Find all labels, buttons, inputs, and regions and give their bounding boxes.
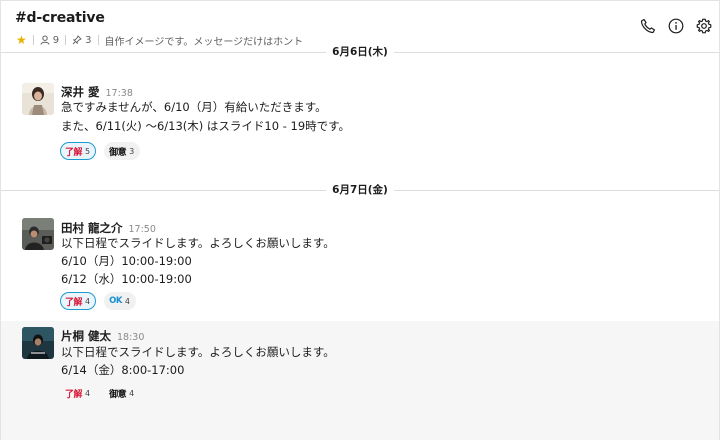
message-text: 以下日程でスライドします。よろしくお願いします。 (61, 345, 335, 359)
message-time[interactable]: 18:30 (117, 332, 144, 343)
message-header: 田村 龍之介 17:50 (61, 220, 156, 236)
message: 深井 愛 17:38 急ですみませんが、6/10（月）有給いただきます。 また、… (1, 71, 719, 171)
reaction-count: 4 (85, 296, 91, 306)
members-count: 9 (52, 34, 60, 46)
gyoi-emoji-icon: 御意 (109, 147, 127, 158)
meta-separator (65, 35, 67, 45)
pin-icon (72, 35, 82, 45)
reaction-count: 3 (129, 146, 135, 156)
channel-name[interactable]: #d-creative (15, 10, 105, 26)
reactions: 了解 5 御意 3 (60, 142, 141, 160)
message-text: 6/12（水）10:00-19:00 (61, 272, 192, 286)
reaction-ok[interactable]: OK 4 (104, 292, 137, 310)
avatar[interactable] (22, 218, 54, 250)
message: 田村 龍之介 17:50 以下日程でスライドします。よろしくお願いします。 6/… (1, 207, 719, 321)
reaction-ryokai[interactable]: 了解 5 (60, 142, 97, 160)
message-header: 片桐 健太 18:30 (61, 328, 144, 344)
gear-icon[interactable] (695, 17, 713, 35)
sender-name[interactable]: 田村 龍之介 (61, 220, 123, 236)
pins-button[interactable]: 3 (72, 34, 92, 46)
header-actions (639, 17, 713, 35)
reaction-ryokai[interactable]: 了解 4 (60, 384, 97, 402)
date-divider: 6月7日(金) (1, 183, 719, 197)
gyoi-emoji-icon: 御意 (109, 389, 127, 400)
reaction-count: 4 (124, 296, 131, 306)
reaction-gyoi[interactable]: 御意 3 (104, 142, 141, 160)
message-time[interactable]: 17:38 (106, 88, 133, 99)
avatar[interactable] (22, 83, 54, 115)
sender-name[interactable]: 深井 愛 (61, 84, 100, 100)
reaction-count: 5 (85, 146, 91, 156)
app-window: #d-creative ★ 9 3 自作イメージです。メッセージだけはホント 6… (0, 0, 720, 440)
ryokai-emoji-icon: 了解 (65, 297, 83, 308)
pins-count: 3 (85, 34, 92, 46)
member-icon (40, 35, 50, 45)
message-text: 以下日程でスライドします。よろしくお願いします。 (61, 236, 335, 250)
reactions: 了解 4 御意 4 (60, 384, 141, 402)
avatar[interactable] (22, 327, 54, 359)
message-text: 6/10（月）10:00-19:00 (61, 254, 192, 268)
meta-separator (32, 35, 34, 45)
message-time[interactable]: 17:50 (129, 224, 156, 235)
members-button[interactable]: 9 (40, 35, 59, 46)
reaction-gyoi[interactable]: 御意 4 (104, 384, 141, 402)
reactions: 了解 4 OK 4 (60, 292, 137, 310)
sender-name[interactable]: 片桐 健太 (61, 328, 111, 344)
reaction-ryokai[interactable]: 了解 4 (60, 292, 97, 310)
date-label[interactable]: 6月6日(木) (326, 45, 394, 59)
message-header: 深井 愛 17:38 (61, 84, 133, 100)
meta-separator (97, 35, 99, 45)
message-text: 急ですみませんが、6/10（月）有給いただきます。 (61, 100, 327, 114)
ryokai-emoji-icon: 了解 (65, 147, 83, 158)
message-text: 6/14（金）8:00-17:00 (61, 363, 185, 377)
message-text: また、6/11(火) 〜6/13(木) はスライド10 - 19時です。 (61, 119, 350, 133)
phone-icon[interactable] (639, 17, 657, 35)
ryokai-emoji-icon: 了解 (65, 389, 83, 400)
date-label[interactable]: 6月7日(金) (326, 183, 394, 197)
ok-emoji-icon: OK (109, 296, 122, 306)
message: 片桐 健太 18:30 以下日程でスライドします。よろしくお願いします。 6/1… (1, 321, 719, 440)
channel-header: #d-creative ★ 9 3 自作イメージです。メッセージだけはホント (1, 1, 719, 51)
reaction-count: 4 (129, 388, 135, 398)
reaction-count: 4 (85, 388, 91, 398)
info-icon[interactable] (667, 17, 685, 35)
date-divider: 6月6日(木) (1, 45, 719, 59)
